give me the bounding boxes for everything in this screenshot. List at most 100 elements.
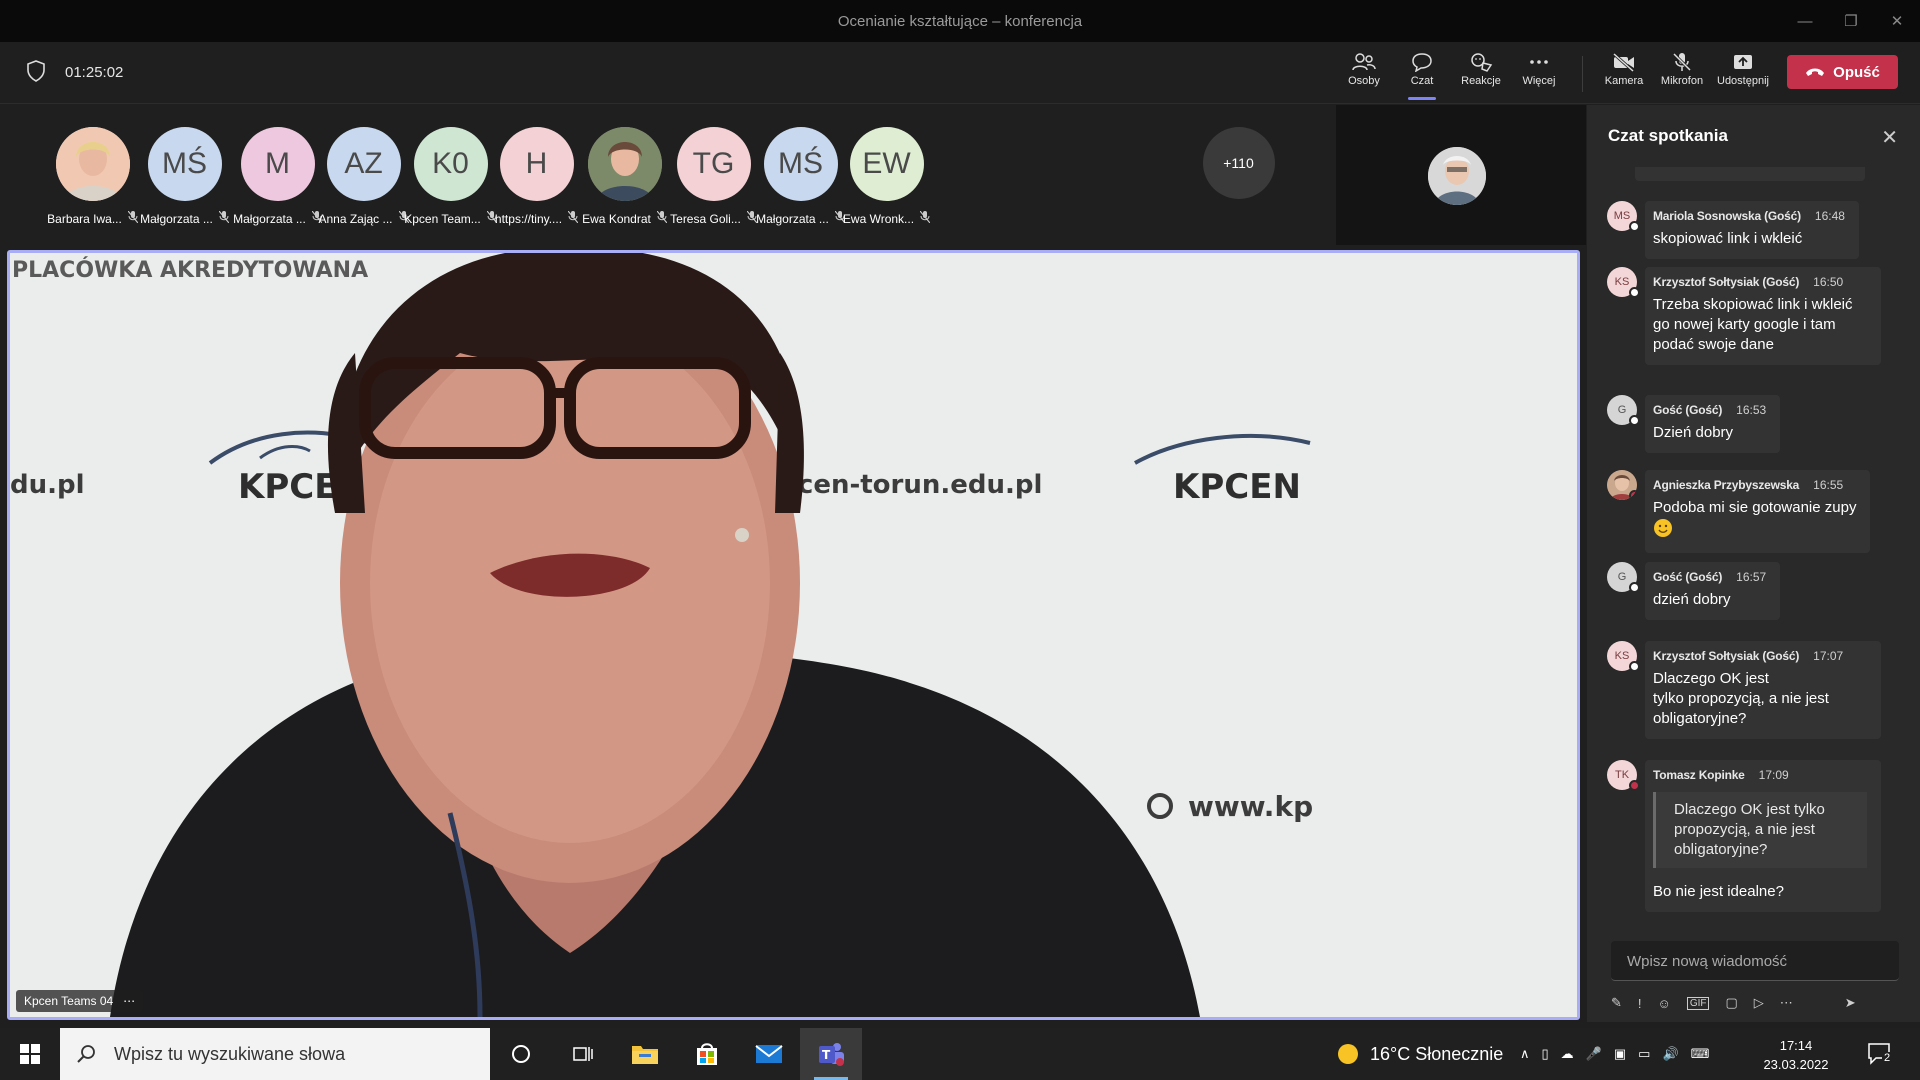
- weather-text: 16°C Słonecznie: [1370, 1043, 1504, 1064]
- message-bubble: Krzysztof Sołtysiak (Gość) 17:07 Dlaczego …: [1645, 641, 1881, 739]
- message-author: Krzysztof Sołtysiak (Gość): [1653, 275, 1800, 289]
- windows-logo-icon: [20, 1044, 40, 1064]
- microphone-button[interactable]: Mikrofon: [1654, 50, 1710, 98]
- participant-tile[interactable]: EW Ewa Wronk...: [829, 127, 944, 242]
- chat-message[interactable]: KS Krzysztof Sołtysiak (Gość) 16:50 Trzeba …: [1607, 267, 1881, 365]
- mail-button[interactable]: [738, 1028, 800, 1080]
- priority-icon[interactable]: !: [1638, 996, 1642, 1011]
- message-header: Gość (Gość) 16:57: [1653, 570, 1766, 584]
- taskbar-search[interactable]: Wpisz tu wyszukiwane słowa: [60, 1028, 490, 1080]
- more-button[interactable]: Więcej: [1511, 50, 1567, 98]
- windows-taskbar: Wpisz tu wyszukiwane słowa T 16°C Słonec…: [0, 1028, 1920, 1080]
- speaker-name-tag: Kpcen Teams 04 ⋯: [16, 990, 144, 1012]
- message-avatar: [1607, 470, 1637, 500]
- chat-message[interactable]: Agnieszka Przybyszewska 16:55 Podoba mi si…: [1607, 470, 1871, 553]
- taskbar-clock[interactable]: 17:14 23.03.2022: [1756, 1036, 1836, 1074]
- microphone-tray-icon[interactable]: 🎤: [1586, 1046, 1602, 1062]
- notification-center-button[interactable]: 2: [1866, 1040, 1894, 1073]
- message-bubble: Gość (Gość) 16:57 dzień dobry: [1645, 562, 1781, 620]
- task-view-icon: [573, 1047, 593, 1061]
- mic-muted-icon: [919, 210, 931, 226]
- self-view[interactable]: [1336, 105, 1586, 245]
- message-avatar: TK: [1607, 760, 1640, 791]
- chat-message-list[interactable]: MS Mariola Sosnowska (Gość) 16:48 skopiować…: [1587, 167, 1920, 937]
- participant-avatar: M: [240, 127, 315, 201]
- chat-message[interactable]: KS Krzysztof Sołtysiak (Gość) 17:07 Dlaczeg…: [1607, 641, 1881, 739]
- message-composer[interactable]: Wpisz nową wiadomość: [1611, 941, 1899, 981]
- participant-initials: H: [525, 147, 548, 180]
- onedrive-icon[interactable]: ☁: [1561, 1046, 1574, 1062]
- weather-widget[interactable]: 16°C Słonecznie: [1336, 1028, 1503, 1080]
- close-chat-icon[interactable]: ✕: [1881, 125, 1898, 150]
- task-view-button[interactable]: [552, 1028, 614, 1080]
- emoji-icon[interactable]: ☺: [1658, 996, 1671, 1011]
- toolbar-separator: [1582, 56, 1583, 92]
- participant-initials: MŚ: [162, 147, 207, 180]
- teams-taskbar-button[interactable]: T: [800, 1028, 862, 1080]
- share-button[interactable]: Udostępnij: [1715, 50, 1771, 98]
- store-icon: [697, 1043, 717, 1065]
- chat-header: Czat spotkania ✕: [1587, 105, 1920, 167]
- chat-message[interactable]: MS Mariola Sosnowska (Gość) 16:48 skopiować…: [1607, 201, 1859, 259]
- volume-icon[interactable]: 🔊: [1662, 1046, 1678, 1062]
- title-bar: Ocenianie kształtujące – konferencja — ❐…: [0, 0, 1920, 42]
- format-icon[interactable]: ✎: [1611, 995, 1622, 1011]
- leave-button[interactable]: Opuść: [1787, 55, 1898, 89]
- participant-name: Małgorzata ...: [233, 211, 306, 226]
- chat-message[interactable]: G Gość (Gość) 16:57 dzień dobry: [1607, 562, 1781, 620]
- message-author: Tomasz Kopinke: [1653, 768, 1745, 782]
- message-time: 17:07: [1813, 649, 1844, 663]
- more-options-icon[interactable]: ⋯: [1780, 995, 1793, 1011]
- reactions-button[interactable]: Reakcje: [1453, 50, 1509, 98]
- minimize-icon[interactable]: —: [1782, 0, 1828, 42]
- device-icon[interactable]: ▯: [1542, 1046, 1549, 1062]
- main-video-stage[interactable]: PLACÓWKA AKREDYTOWANA du.pl KPCEN kpcen-…: [7, 250, 1580, 1020]
- sticker-icon[interactable]: ▢: [1725, 995, 1737, 1011]
- participant-name: Ewa Wronk...: [842, 211, 915, 226]
- store-button[interactable]: [676, 1028, 738, 1080]
- keyboard-icon[interactable]: ⌨: [1691, 1046, 1710, 1062]
- banner-text: PLACÓWKA AKREDYTOWANA: [12, 257, 368, 283]
- message-time: 16:55: [1813, 478, 1844, 492]
- chat-button[interactable]: Czat: [1394, 50, 1450, 100]
- file-explorer-button[interactable]: [614, 1028, 676, 1080]
- close-window-icon[interactable]: ✕: [1874, 0, 1920, 42]
- message-avatar: KS: [1607, 641, 1640, 672]
- share-label: Udostępnij: [1717, 75, 1769, 87]
- chevron-up-icon[interactable]: ∧: [1520, 1046, 1530, 1062]
- more-icon: [1530, 60, 1548, 64]
- network-icon[interactable]: ▣: [1614, 1046, 1626, 1062]
- message-author: Mariola Sosnowska (Gość): [1653, 209, 1801, 223]
- message-header: Gość (Gość) 16:53: [1653, 403, 1766, 417]
- folder-icon: [632, 1046, 658, 1064]
- chat-message[interactable]: G Gość (Gość) 16:53 Dzień dobry: [1607, 395, 1781, 453]
- more-participants-button[interactable]: +110: [1181, 127, 1296, 242]
- overflow-count: +110: [1202, 127, 1275, 199]
- participant-avatar: TG: [676, 127, 751, 201]
- start-button[interactable]: [0, 1028, 60, 1080]
- gif-icon[interactable]: GIF: [1686, 996, 1710, 1010]
- meet-now-icon[interactable]: ▷: [1754, 995, 1764, 1011]
- chat-icon: [1412, 53, 1432, 72]
- message-header: Krzysztof Sołtysiak (Gość) 16:50: [1653, 275, 1867, 289]
- reactions-icon: [1471, 53, 1493, 72]
- message-header: Tomasz Kopinke 17:09: [1653, 768, 1867, 782]
- restore-icon[interactable]: ❐: [1828, 0, 1874, 42]
- send-icon[interactable]: ➤: [1845, 995, 1856, 1011]
- shield-icon[interactable]: [26, 60, 46, 82]
- mic-off-icon: [1672, 52, 1692, 72]
- cortana-button[interactable]: [490, 1028, 552, 1080]
- message-header: Krzysztof Sołtysiak (Gość) 17:07: [1653, 649, 1867, 663]
- quoted-reply[interactable]: Dlaczego OK jest tylko propozycją, a nie…: [1653, 792, 1867, 868]
- message-text: Bo nie jest idealne?: [1653, 883, 1784, 900]
- more-options-icon[interactable]: ⋯: [123, 994, 135, 1008]
- people-button[interactable]: Osoby: [1336, 50, 1392, 98]
- participant-name: Małgorzata ...: [140, 211, 213, 226]
- camera-button[interactable]: Kamera: [1596, 50, 1652, 98]
- message-text: Podoba mi sie gotowanie zupy: [1653, 499, 1857, 516]
- message-bubble: Krzysztof Sołtysiak (Gość) 16:50 Trzeba sk…: [1645, 267, 1881, 365]
- chat-message[interactable]: TK Tomasz Kopinke 17:09 Dlaczego OK jest ty…: [1607, 760, 1881, 912]
- chat-panel: Czat spotkania ✕ MS Mariola Sosnowska (Go…: [1587, 105, 1920, 1022]
- clock-time: 17:14: [1779, 1038, 1813, 1053]
- battery-icon[interactable]: ▭: [1638, 1046, 1650, 1062]
